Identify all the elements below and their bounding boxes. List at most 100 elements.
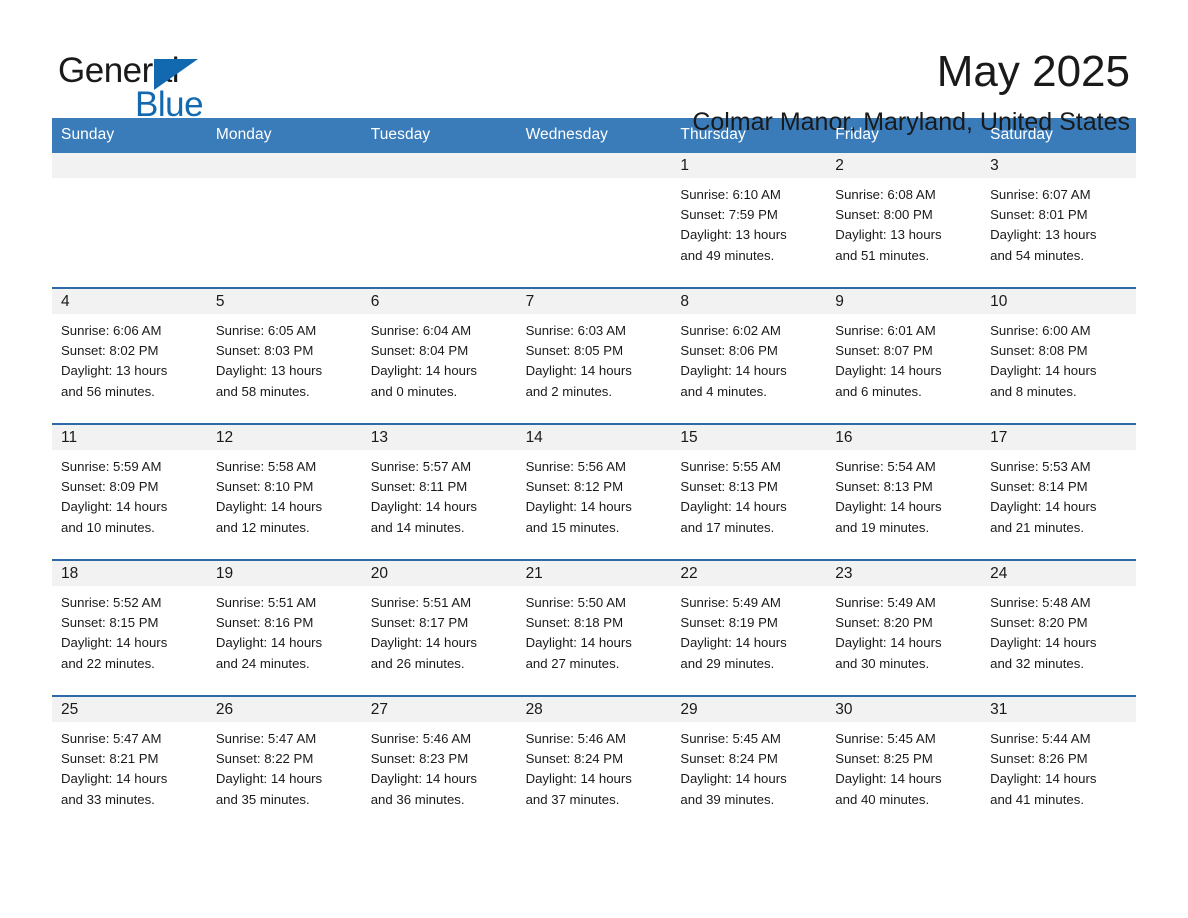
- daylight-text-line2: and 26 minutes.: [370, 655, 465, 671]
- daylight-text-line1: Daylight: 14 hours: [525, 499, 632, 515]
- calendar-day-cell[interactable]: 24 Sunrise: 5:48 AM Sunset: 8:20 PM Dayligh…: [981, 561, 1136, 685]
- calendar-day-cell[interactable]: 28 Sunrise: 5:46 AM Sunset: 8:24 PM Dayligh…: [516, 697, 672, 821]
- calendar-day-cell[interactable]: 18 Sunrise: 5:52 AM Sunset: 8:15 PM Dayligh…: [52, 561, 207, 685]
- calendar-week-row: 11 Sunrise: 5:59 AM Sunset: 8:09 PM Dayligh…: [52, 423, 1136, 549]
- daylight-text-line1: Daylight: 14 hours: [215, 635, 323, 651]
- day-number: [361, 153, 517, 178]
- day-sun-info: Sunrise: 5:46 AM Sunset: 8:24 PM Daylight:…: [517, 722, 672, 810]
- day-number: 12: [206, 425, 362, 450]
- daylight-text-line1: Daylight: 14 hours: [680, 499, 787, 515]
- calendar-day-cell[interactable]: 15 Sunrise: 5:55 AM Sunset: 8:13 PM Dayligh…: [671, 425, 827, 549]
- daylight-text-line2: and 35 minutes.: [215, 791, 310, 807]
- weekday-header-saturday: Saturday: [990, 126, 1053, 143]
- page-title: May 2025: [936, 47, 1130, 96]
- daylight-text-line1: Daylight: 14 hours: [525, 635, 632, 651]
- day-sun-info: Sunrise: 5:52 AM Sunset: 8:15 PM Daylight:…: [52, 586, 207, 674]
- day-sun-info: Sunrise: 5:44 AM Sunset: 8:26 PM Daylight:…: [981, 722, 1136, 810]
- calendar-day-cell[interactable]: 3 Sunrise: 6:07 AM Sunset: 8:01 PM Daylight…: [981, 153, 1136, 277]
- day-number: [516, 153, 672, 178]
- calendar-day-cell[interactable]: 22 Sunrise: 5:49 AM Sunset: 8:19 PM Dayligh…: [671, 561, 827, 685]
- calendar-day-cell[interactable]: 4 Sunrise: 6:06 AM Sunset: 8:02 PM Daylight…: [52, 289, 207, 413]
- sunset-text: Sunset: 8:26 PM: [990, 751, 1088, 767]
- sunrise-text: Sunrise: 6:03 AM: [525, 323, 626, 338]
- day-number: 25: [52, 697, 207, 722]
- general-blue-logo: General Blue: [58, 46, 258, 124]
- week-row-spacer: [52, 549, 1136, 559]
- calendar-day-cell[interactable]: 13 Sunrise: 5:57 AM Sunset: 8:11 PM Dayligh…: [361, 425, 517, 549]
- day-sun-info: Sunrise: 5:53 AM Sunset: 8:14 PM Daylight:…: [981, 450, 1136, 538]
- daylight-text-line2: and 58 minutes.: [215, 383, 310, 399]
- calendar-day-cell[interactable]: 12 Sunrise: 5:58 AM Sunset: 8:10 PM Dayligh…: [206, 425, 362, 549]
- calendar-day-cell[interactable]: 30 Sunrise: 5:45 AM Sunset: 8:25 PM Dayligh…: [826, 697, 982, 821]
- day-number: 15: [671, 425, 827, 450]
- calendar-day-cell[interactable]: 7 Sunrise: 6:03 AM Sunset: 8:05 PM Daylight…: [516, 289, 672, 413]
- calendar-day-cell[interactable]: 21 Sunrise: 5:50 AM Sunset: 8:18 PM Dayligh…: [516, 561, 672, 685]
- daylight-text-line1: Daylight: 14 hours: [990, 771, 1097, 787]
- day-number: 18: [52, 561, 207, 586]
- day-number: 3: [981, 153, 1136, 178]
- day-number: 30: [826, 697, 982, 722]
- day-sun-info: Sunrise: 6:07 AM Sunset: 8:01 PM Daylight:…: [981, 178, 1136, 266]
- day-number: 7: [516, 289, 672, 314]
- calendar-day-cell[interactable]: 26 Sunrise: 5:47 AM Sunset: 8:22 PM Dayligh…: [206, 697, 362, 821]
- daylight-text-line1: Daylight: 14 hours: [61, 499, 168, 515]
- calendar-day-cell[interactable]: 17 Sunrise: 5:53 AM Sunset: 8:14 PM Dayligh…: [981, 425, 1136, 549]
- daylight-text-line1: Daylight: 13 hours: [61, 363, 168, 379]
- sunrise-text: Sunrise: 5:51 AM: [215, 595, 317, 610]
- calendar-day-cell[interactable]: 10 Sunrise: 6:00 AM Sunset: 8:08 PM Dayligh…: [981, 289, 1136, 413]
- calendar-day-cell[interactable]: 5 Sunrise: 6:05 AM Sunset: 8:03 PM Daylight…: [206, 289, 362, 413]
- sunset-text: Sunset: 8:20 PM: [835, 615, 933, 631]
- sunrise-text: Sunrise: 5:47 AM: [215, 731, 317, 746]
- daylight-text-line2: and 15 minutes.: [525, 519, 620, 535]
- calendar-day-cell[interactable]: 14 Sunrise: 5:56 AM Sunset: 8:12 PM Dayligh…: [516, 425, 672, 549]
- sunrise-text: Sunrise: 5:44 AM: [990, 731, 1091, 746]
- day-sun-info: Sunrise: 5:45 AM Sunset: 8:24 PM Daylight:…: [671, 722, 826, 810]
- daylight-text-line2: and 33 minutes.: [61, 791, 155, 807]
- calendar-day-cell[interactable]: 11 Sunrise: 5:59 AM Sunset: 8:09 PM Dayligh…: [52, 425, 207, 549]
- calendar-day-cell[interactable]: 16 Sunrise: 5:54 AM Sunset: 8:13 PM Dayligh…: [826, 425, 982, 549]
- daylight-text-line2: and 10 minutes.: [61, 519, 155, 535]
- sunset-text: Sunset: 8:17 PM: [370, 615, 469, 631]
- calendar-day-cell[interactable]: 23 Sunrise: 5:49 AM Sunset: 8:20 PM Dayligh…: [826, 561, 982, 685]
- sunset-text: Sunset: 8:03 PM: [215, 343, 314, 359]
- sunset-text: Sunset: 8:16 PM: [215, 615, 314, 631]
- daylight-text-line2: and 17 minutes.: [680, 519, 775, 535]
- day-number: 4: [52, 289, 207, 314]
- calendar-day-cell[interactable]: 1 Sunrise: 6:10 AM Sunset: 7:59 PM Daylight…: [671, 153, 827, 277]
- weekday-header-friday: Friday: [835, 126, 879, 143]
- daylight-text-line2: and 19 minutes.: [835, 519, 930, 535]
- calendar-day-cell[interactable]: 31 Sunrise: 5:44 AM Sunset: 8:26 PM Dayligh…: [981, 697, 1136, 821]
- calendar-day-cell[interactable]: 25 Sunrise: 5:47 AM Sunset: 8:21 PM Dayligh…: [52, 697, 207, 821]
- sunset-text: Sunset: 8:10 PM: [215, 479, 314, 495]
- day-number: 27: [361, 697, 517, 722]
- daylight-text-line2: and 4 minutes.: [680, 383, 767, 399]
- day-number: 9: [826, 289, 982, 314]
- sunset-text: Sunset: 8:07 PM: [835, 343, 933, 359]
- daylight-text-line2: and 56 minutes.: [61, 383, 155, 399]
- calendar-day-cell[interactable]: 8 Sunrise: 6:02 AM Sunset: 8:06 PM Daylight…: [671, 289, 827, 413]
- calendar-day-cell[interactable]: 9 Sunrise: 6:01 AM Sunset: 8:07 PM Daylight…: [826, 289, 982, 413]
- sunrise-text: Sunrise: 6:01 AM: [835, 323, 936, 338]
- daylight-text-line1: Daylight: 13 hours: [990, 227, 1097, 243]
- day-sun-info: Sunrise: 6:02 AM Sunset: 8:06 PM Daylight:…: [671, 314, 826, 402]
- calendar-day-cell[interactable]: 6 Sunrise: 6:04 AM Sunset: 8:04 PM Daylight…: [361, 289, 517, 413]
- day-sun-info: Sunrise: 6:00 AM Sunset: 8:08 PM Daylight:…: [981, 314, 1136, 402]
- sunset-text: Sunset: 8:11 PM: [370, 479, 468, 495]
- calendar-day-cell[interactable]: 2 Sunrise: 6:08 AM Sunset: 8:00 PM Daylight…: [826, 153, 982, 277]
- calendar-day-cell[interactable]: 19 Sunrise: 5:51 AM Sunset: 8:16 PM Dayligh…: [206, 561, 362, 685]
- sunset-text: Sunset: 8:12 PM: [525, 479, 624, 495]
- weekday-header-thursday: Thursday: [680, 126, 746, 143]
- sunrise-text: Sunrise: 5:46 AM: [525, 731, 626, 746]
- calendar-day-cell[interactable]: 27 Sunrise: 5:46 AM Sunset: 8:23 PM Dayligh…: [361, 697, 517, 821]
- day-sun-info: Sunrise: 5:54 AM Sunset: 8:13 PM Daylight:…: [826, 450, 981, 538]
- sunset-text: Sunset: 8:13 PM: [835, 479, 933, 495]
- calendar-day-cell[interactable]: 20 Sunrise: 5:51 AM Sunset: 8:17 PM Dayligh…: [361, 561, 517, 685]
- daylight-text-line1: Daylight: 14 hours: [680, 363, 787, 379]
- sunset-text: Sunset: 8:14 PM: [990, 479, 1088, 495]
- calendar-day-cell[interactable]: 29 Sunrise: 5:45 AM Sunset: 8:24 PM Dayligh…: [671, 697, 827, 821]
- sunrise-text: Sunrise: 6:05 AM: [215, 323, 317, 338]
- daylight-text-line1: Daylight: 14 hours: [215, 771, 323, 787]
- daylight-text-line2: and 12 minutes.: [215, 519, 310, 535]
- day-number: 6: [361, 289, 517, 314]
- sunrise-text: Sunrise: 5:59 AM: [61, 459, 162, 474]
